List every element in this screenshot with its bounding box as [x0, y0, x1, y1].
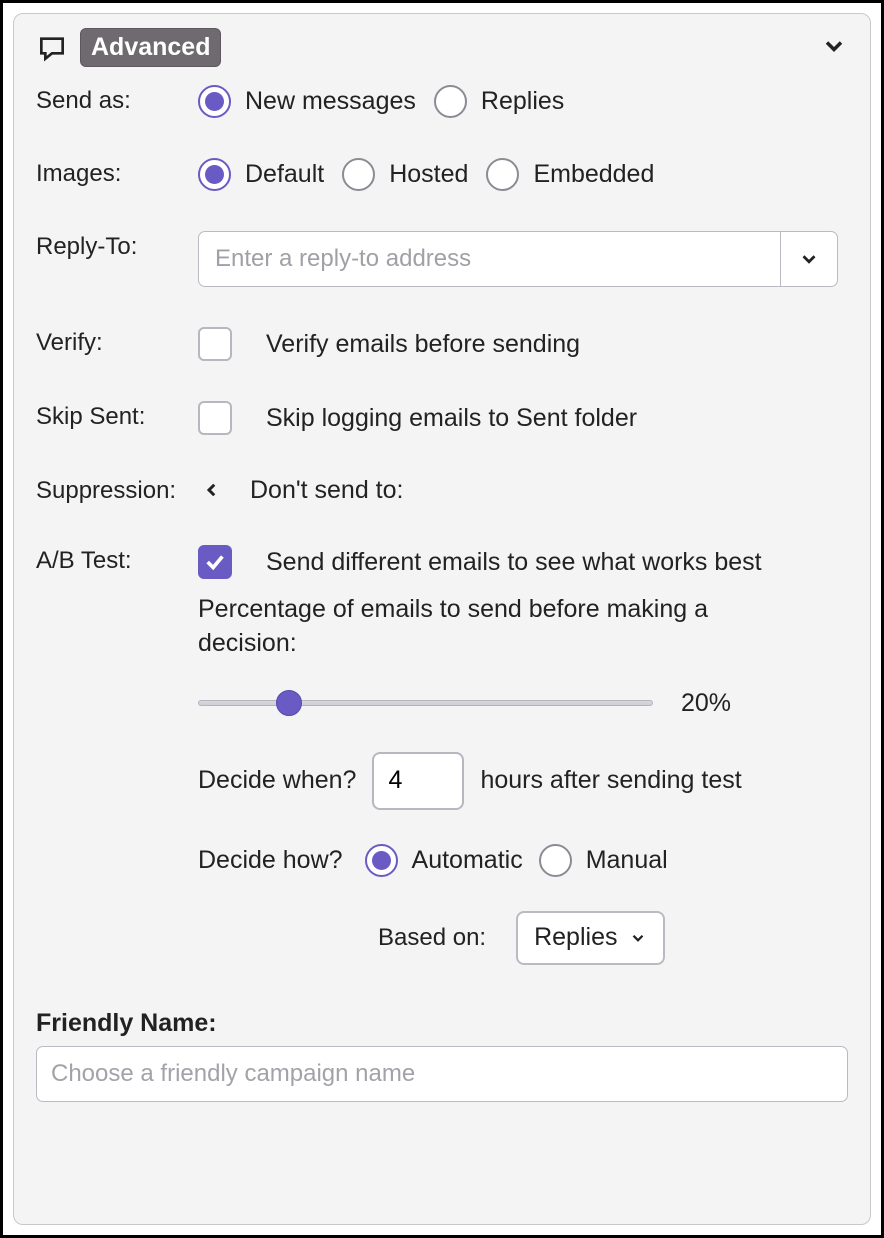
radio-label: Hosted: [389, 160, 468, 189]
friendly-name-input[interactable]: [36, 1046, 848, 1102]
radio-label: Replies: [481, 87, 564, 116]
decide-how-manual-radio[interactable]: Manual: [539, 844, 668, 877]
based-on-select[interactable]: Replies: [516, 911, 665, 965]
advanced-badge: Advanced: [80, 28, 221, 67]
based-on-value: Replies: [534, 923, 617, 952]
decide-how-label: Decide how?: [198, 846, 343, 875]
reply-to-label: Reply-To:: [36, 231, 198, 261]
radio-label: Embedded: [533, 160, 654, 189]
ab-test-text: Send different emails to see what works …: [266, 548, 762, 577]
chevron-down-icon: [798, 248, 820, 270]
decide-when-suffix: hours after sending test: [480, 766, 741, 795]
images-embedded-radio[interactable]: Embedded: [486, 158, 654, 191]
chevron-left-icon: [203, 481, 221, 499]
decide-how-automatic-radio[interactable]: Automatic: [365, 844, 523, 877]
suppression-text: Don't send to:: [250, 476, 403, 505]
collapse-chevron-icon[interactable]: [820, 32, 848, 60]
send-as-new-messages-radio[interactable]: New messages: [198, 85, 416, 118]
send-as-label: Send as:: [36, 85, 198, 115]
advanced-panel: Advanced Send as: New messages Replies: [13, 13, 871, 1225]
suppression-expand-button[interactable]: [198, 476, 226, 504]
radio-label: Automatic: [412, 846, 523, 875]
decide-when-label: Decide when?: [198, 766, 356, 795]
radio-label: Default: [245, 160, 324, 189]
skip-sent-checkbox[interactable]: [198, 401, 232, 435]
friendly-name-label: Friendly Name:: [36, 1009, 848, 1038]
reply-to-input[interactable]: [198, 231, 780, 287]
verify-checkbox[interactable]: [198, 327, 232, 361]
ab-test-checkbox[interactable]: [198, 545, 232, 579]
images-label: Images:: [36, 158, 198, 188]
images-hosted-radio[interactable]: Hosted: [342, 158, 468, 191]
skip-sent-text: Skip logging emails to Sent folder: [266, 404, 637, 433]
verify-label: Verify:: [36, 327, 198, 357]
skip-sent-label: Skip Sent:: [36, 401, 198, 431]
based-on-label: Based on:: [378, 924, 486, 952]
chat-icon: [36, 32, 68, 64]
images-default-radio[interactable]: Default: [198, 158, 324, 191]
send-as-replies-radio[interactable]: Replies: [434, 85, 564, 118]
ab-percentage-slider[interactable]: [198, 696, 653, 710]
chevron-down-icon: [629, 929, 647, 947]
panel-header: Advanced: [36, 28, 848, 67]
ab-test-label: A/B Test:: [36, 545, 198, 575]
suppression-label: Suppression:: [36, 475, 198, 505]
reply-to-dropdown-button[interactable]: [780, 231, 838, 287]
radio-label: New messages: [245, 87, 416, 116]
ab-percentage-label: Percentage of emails to send before maki…: [198, 593, 808, 661]
radio-label: Manual: [586, 846, 668, 875]
decide-when-input[interactable]: [372, 752, 464, 810]
verify-text: Verify emails before sending: [266, 330, 580, 359]
ab-percentage-value: 20%: [681, 689, 731, 718]
